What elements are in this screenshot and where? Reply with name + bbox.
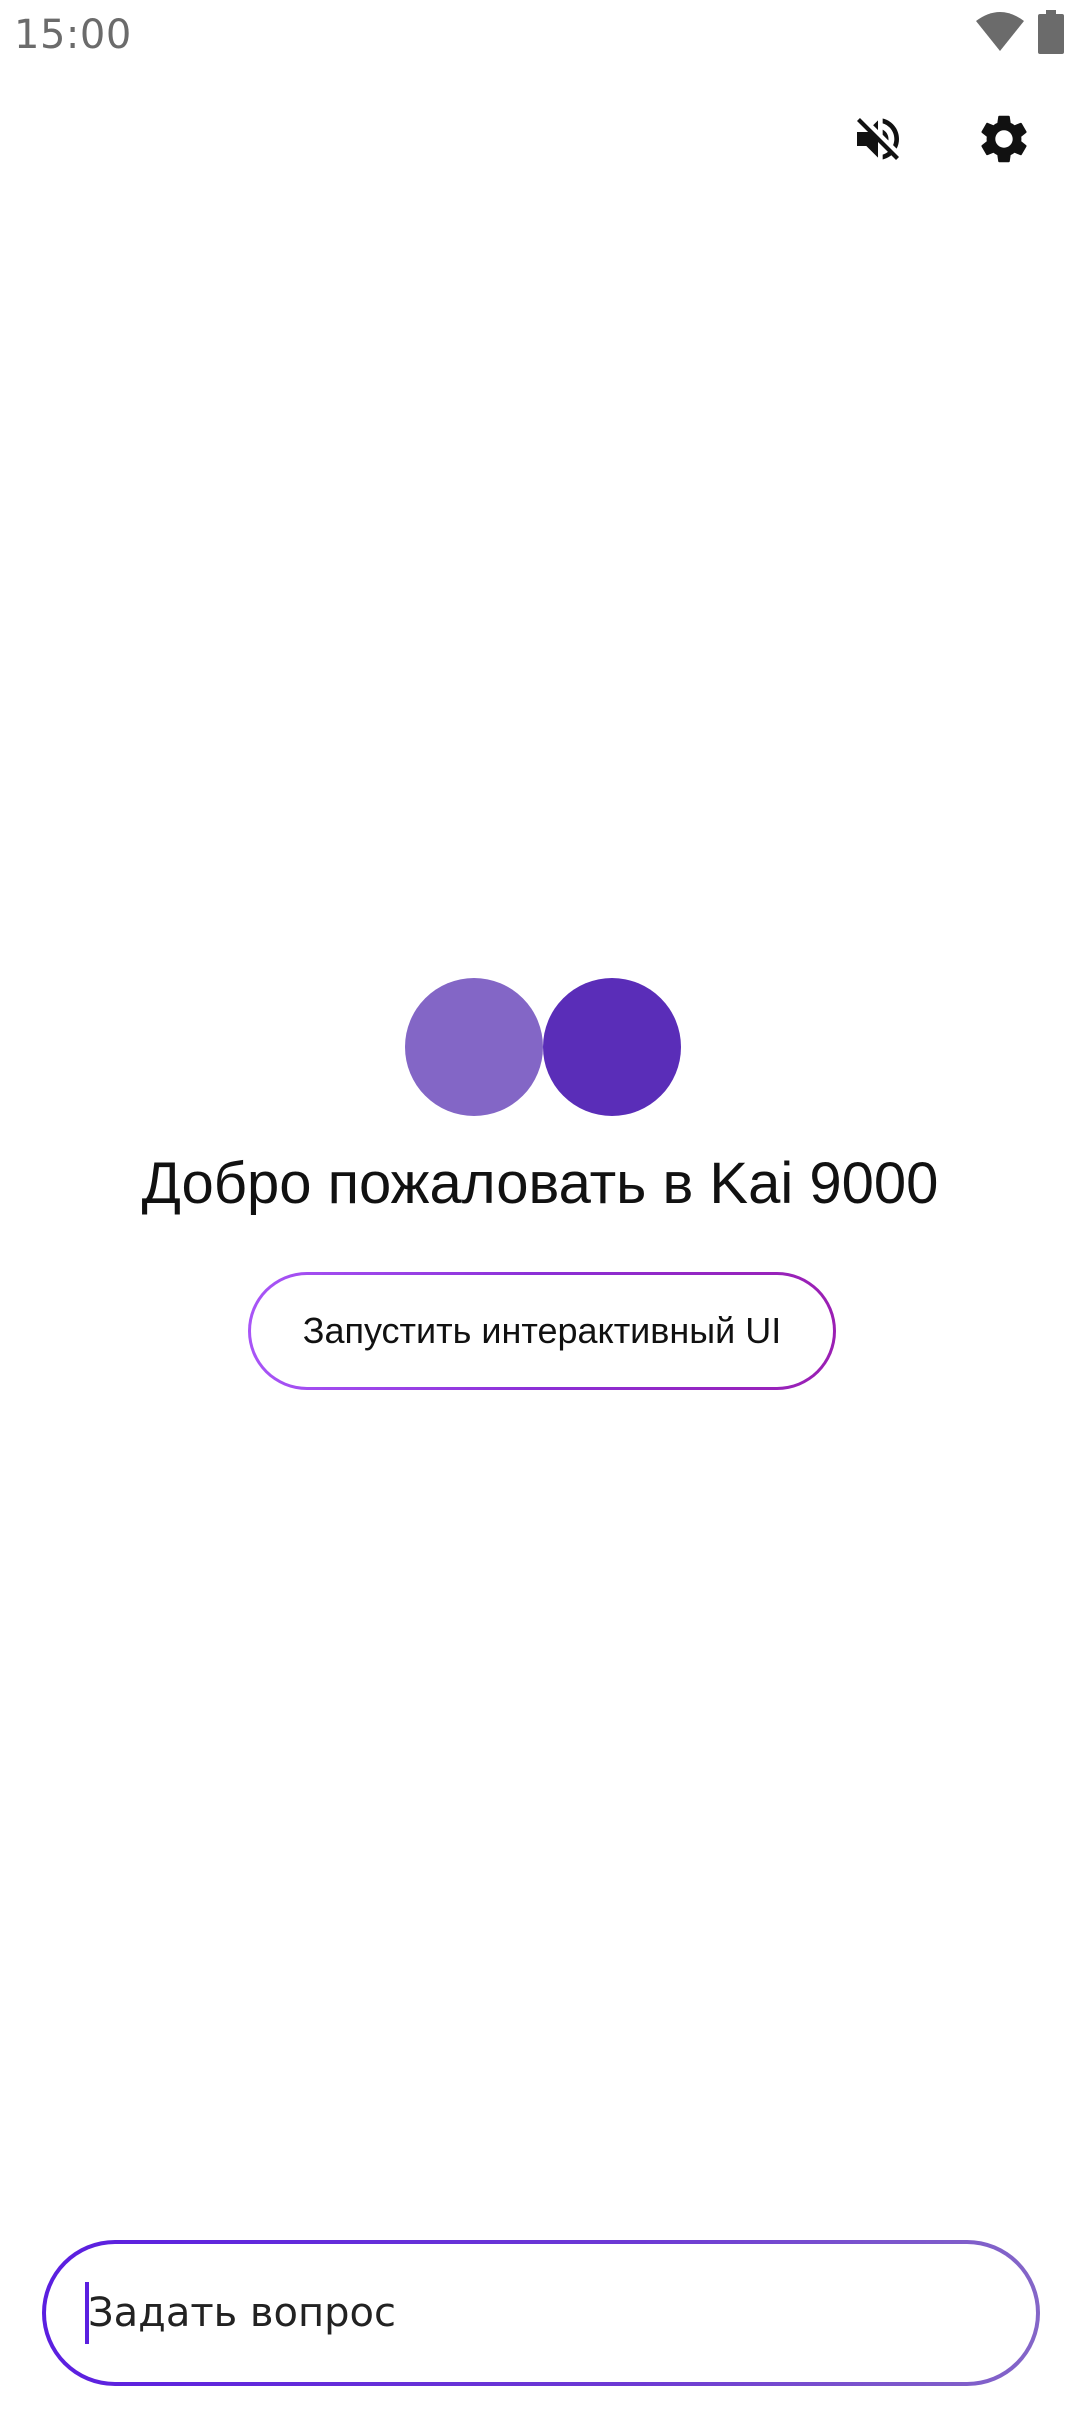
launch-button-label: Запустить интерактивный UI [251, 1275, 833, 1387]
mute-button[interactable] [828, 90, 928, 190]
app-screen: 15:00 Добро пожаловать в Kai 9000 Запуст… [0, 0, 1080, 2424]
battery-icon [1038, 10, 1064, 58]
settings-button[interactable] [954, 90, 1054, 190]
wifi-icon [974, 11, 1026, 57]
text-caret [85, 2282, 89, 2344]
app-logo [405, 978, 681, 1116]
volume-off-icon [850, 111, 906, 170]
status-bar: 15:00 [0, 0, 1080, 80]
ask-question-input[interactable] [46, 2243, 1036, 2383]
ask-question-field[interactable] [42, 2240, 1040, 2386]
gear-icon [975, 110, 1033, 171]
logo-dot-right [543, 978, 681, 1116]
top-toolbar [828, 90, 1080, 190]
status-icons [974, 10, 1064, 58]
status-time: 15:00 [14, 12, 132, 58]
launch-interactive-ui-button[interactable]: Запустить интерактивный UI [248, 1272, 836, 1390]
logo-dot-left [405, 978, 543, 1116]
ask-field-inner [46, 2243, 1036, 2383]
welcome-title: Добро пожаловать в Kai 9000 [141, 1151, 939, 1216]
